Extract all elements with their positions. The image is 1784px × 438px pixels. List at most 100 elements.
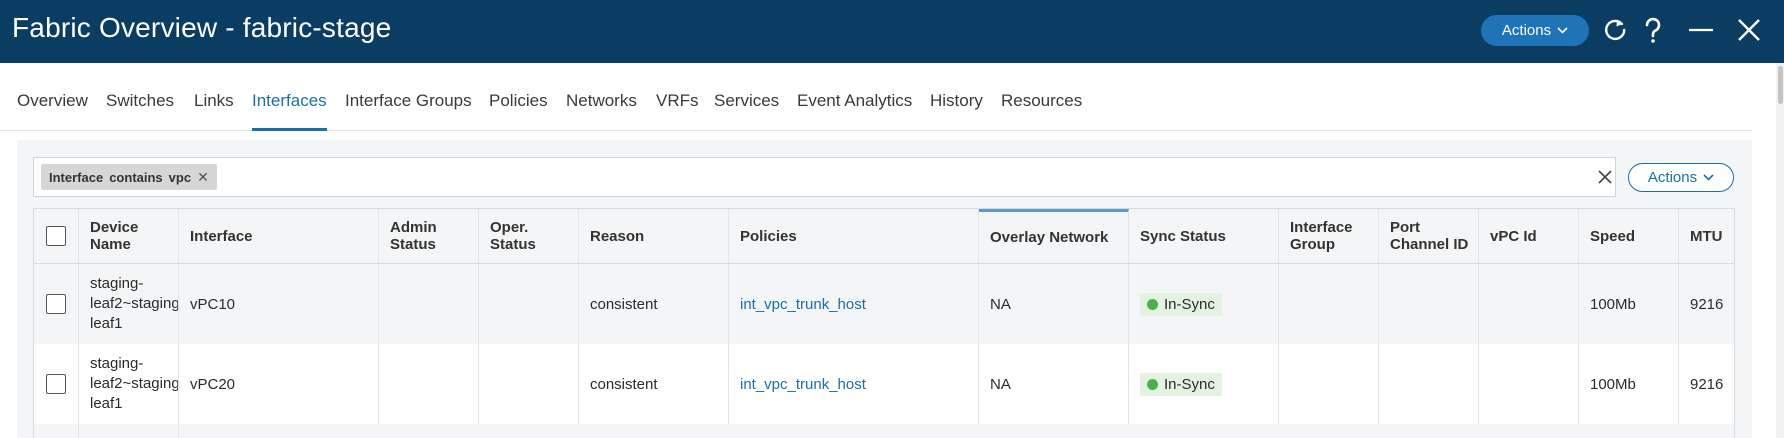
cell-reason: consistent — [579, 264, 729, 344]
tab-interface-groups[interactable]: Interface Groups — [345, 91, 472, 131]
table-row[interactable]: staging-leaf2~staging leaf1 vPC10 consis… — [34, 264, 1734, 344]
chevron-down-icon — [1703, 174, 1714, 181]
cell-vpc-id — [1479, 344, 1579, 424]
table-actions-button[interactable]: Actions — [1628, 163, 1734, 192]
minimize-button[interactable] — [1684, 13, 1718, 47]
filter-bar[interactable]: Interface contains vpc ✕ — [33, 157, 1616, 197]
row-checkbox-cell — [34, 264, 79, 344]
column-header-device-name[interactable]: Device Name — [79, 209, 179, 263]
tab-services[interactable]: Services — [714, 91, 779, 131]
column-header-vpc-id[interactable]: vPC Id — [1479, 209, 1579, 263]
tab-vrfs[interactable]: VRFs — [656, 91, 699, 131]
cell-speed: 100Mb — [1579, 344, 1679, 424]
cell-interface-value: vPC20 — [190, 375, 236, 393]
cell-sync-status: In-Sync — [1129, 264, 1279, 344]
tab-policies[interactable]: Policies — [489, 91, 548, 131]
header-actions-label: Actions — [1501, 22, 1552, 39]
filter-chip-value: vpc — [168, 169, 192, 185]
tab-resources[interactable]: Resources — [1001, 91, 1082, 131]
scrollbar-track[interactable] — [1776, 63, 1784, 438]
column-header-sync-status[interactable]: Sync Status — [1129, 209, 1279, 263]
status-badge: In-Sync — [1140, 292, 1222, 316]
page-title: Fabric Overview - fabric-stage — [12, 12, 392, 43]
cell-interface: vPC20 — [179, 344, 379, 424]
cell-interface-group — [1279, 344, 1379, 424]
status-badge-label: In-Sync — [1164, 375, 1215, 393]
cell-oper-status — [479, 344, 579, 424]
cell-interface-group — [1279, 264, 1379, 344]
header-checkbox-cell — [34, 209, 79, 263]
row-checkbox[interactable] — [46, 294, 66, 314]
tab-interfaces[interactable]: Interfaces — [252, 91, 327, 131]
filter-chip-operator: contains — [109, 169, 163, 185]
tab-networks[interactable]: Networks — [566, 91, 637, 131]
cell-reason: consistent — [579, 344, 729, 424]
column-header-reason[interactable]: Reason — [579, 209, 729, 263]
column-header-port-channel-id[interactable]: Port Channel ID — [1379, 209, 1479, 263]
cell-port-channel-id — [1379, 264, 1479, 344]
cell-admin-status — [379, 344, 479, 424]
table-actions-label: Actions — [1647, 169, 1698, 186]
cell-speed: 100Mb — [1579, 264, 1679, 344]
help-icon — [1645, 17, 1661, 43]
table-row[interactable] — [34, 424, 1734, 438]
cell-sync-status: In-Sync — [1129, 344, 1279, 424]
column-header-oper-status[interactable]: Oper. Status — [479, 209, 579, 263]
cell-interface: vPC10 — [179, 264, 379, 344]
column-header-overlay-network[interactable]: Overlay Network — [979, 209, 1129, 263]
status-dot-icon — [1147, 298, 1158, 310]
minimize-icon — [1689, 28, 1713, 32]
column-header-mtu[interactable]: MTU — [1679, 209, 1734, 263]
column-header-interface[interactable]: Interface — [179, 209, 379, 263]
table-header-row: Device Name Interface Admin Status Oper.… — [34, 209, 1734, 264]
tab-history[interactable]: History — [930, 91, 983, 131]
cell-port-channel-id — [1379, 344, 1479, 424]
cell-device-name — [79, 424, 179, 438]
tab-bar: Overview Switches Links Interfaces Inter… — [0, 63, 1752, 131]
clear-icon — [1598, 170, 1612, 184]
chip-remove-icon[interactable]: ✕ — [197, 169, 209, 186]
tab-links[interactable]: Links — [194, 91, 234, 131]
policy-link[interactable]: int_vpc_trunk_host — [740, 376, 866, 393]
header-actions-button[interactable]: Actions — [1481, 15, 1589, 46]
column-header-interface-group[interactable]: Interface Group — [1279, 209, 1379, 263]
row-checkbox[interactable] — [46, 374, 66, 394]
tab-switches[interactable]: Switches — [106, 91, 174, 131]
select-all-checkbox[interactable] — [46, 226, 66, 246]
policy-link[interactable]: int_vpc_trunk_host — [740, 296, 866, 313]
tab-event-analytics[interactable]: Event Analytics — [797, 91, 912, 131]
cell-overlay-network: NA — [979, 264, 1129, 344]
row-checkbox-cell — [34, 424, 79, 438]
scrollbar-thumb[interactable] — [1778, 66, 1783, 104]
cell-policies: int_vpc_trunk_host — [729, 264, 979, 344]
close-button[interactable] — [1732, 13, 1766, 47]
cell-oper-status — [479, 264, 579, 344]
cell-overlay-network: NA — [979, 344, 1129, 424]
cell-device-name: staging-leaf2~staging leaf1 — [79, 344, 179, 424]
column-header-admin-status[interactable]: Admin Status — [379, 209, 479, 263]
filter-chip-field: Interface — [49, 169, 104, 185]
cell-device-name: staging-leaf2~staging leaf1 — [79, 264, 179, 344]
interfaces-table: Device Name Interface Admin Status Oper.… — [33, 208, 1735, 438]
clear-filter-button[interactable] — [1595, 167, 1615, 187]
cell-vpc-id — [1479, 264, 1579, 344]
close-icon — [1738, 19, 1760, 41]
column-header-speed[interactable]: Speed — [1579, 209, 1679, 263]
cell-admin-status — [379, 264, 479, 344]
cell-policies: int_vpc_trunk_host — [729, 344, 979, 424]
status-badge: In-Sync — [1140, 372, 1222, 396]
help-button[interactable] — [1636, 13, 1670, 47]
title-bar: Fabric Overview - fabric-stage Actions — [0, 0, 1784, 63]
table-row[interactable]: staging-leaf2~staging leaf1 vPC20 consis… — [34, 344, 1734, 424]
filter-chip: Interface contains vpc ✕ — [41, 164, 217, 190]
column-header-policies[interactable]: Policies — [729, 209, 979, 263]
row-checkbox-cell — [34, 344, 79, 424]
tab-overview[interactable]: Overview — [17, 91, 88, 131]
refresh-icon — [1605, 19, 1626, 41]
cell-mtu: 9216 — [1690, 295, 1724, 313]
chevron-down-icon — [1557, 27, 1568, 34]
refresh-button[interactable] — [1598, 13, 1632, 47]
status-badge-label: In-Sync — [1164, 295, 1215, 313]
status-dot-icon — [1147, 378, 1158, 390]
cell-mtu: 9216 — [1690, 375, 1724, 393]
